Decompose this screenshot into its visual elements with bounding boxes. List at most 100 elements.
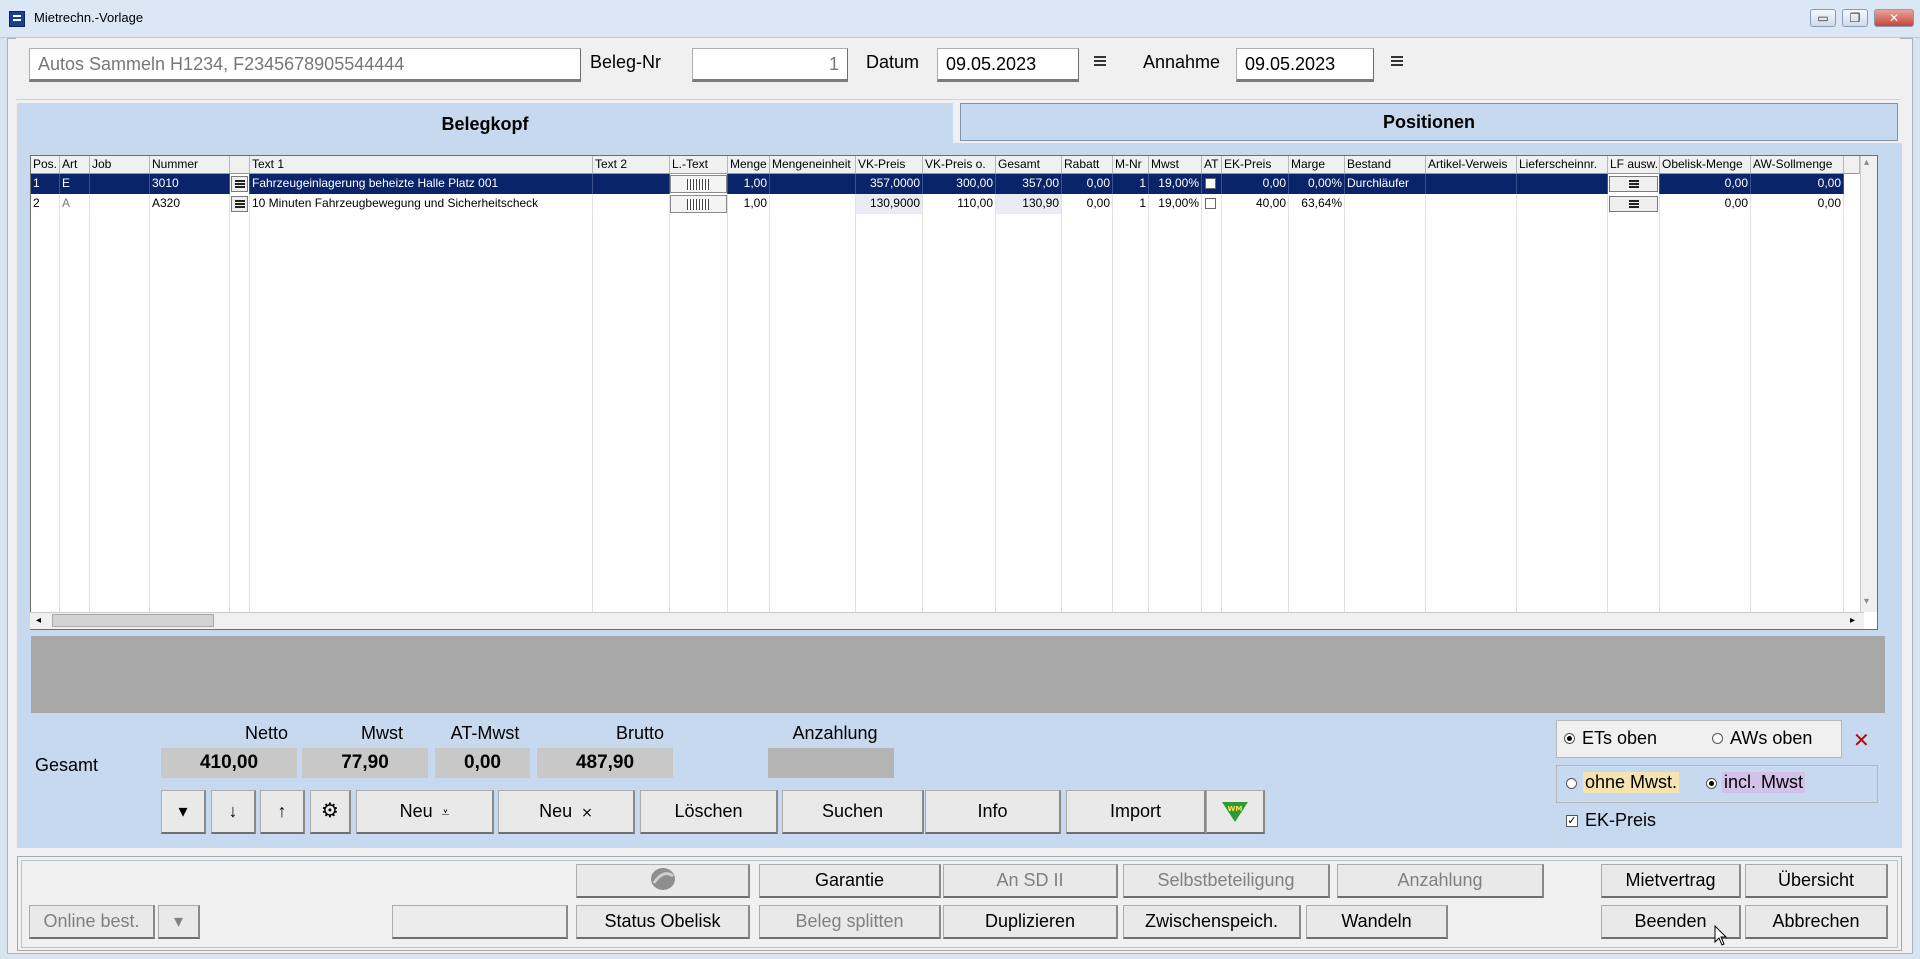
cell-obelisk[interactable]: 0,00 [1660,194,1751,214]
close-window-button[interactable]: ✕ [1874,9,1914,27]
beleg-splitten-button[interactable]: Beleg splitten [759,905,941,939]
lf-auswahl-icon[interactable] [1608,194,1660,214]
horizontal-scrollbar[interactable] [30,612,1864,629]
datum-calendar-icon[interactable] [1094,56,1108,68]
cell-menge[interactable]: 1,00 [728,194,770,214]
minimize-button[interactable]: ▭ [1810,9,1836,27]
wm-button[interactable]: WM [1206,790,1265,834]
cell-ek[interactable]: 0,00 [1222,174,1289,194]
online-best-button[interactable]: Online best. [29,905,155,939]
cell-bestand[interactable] [1345,194,1426,214]
col-header-vk[interactable]: VK-Preis [856,156,923,174]
col-header-einheit[interactable]: Mengeneinheit [770,156,856,174]
cell-text2[interactable] [593,194,670,214]
wandeln-button[interactable]: Wandeln [1306,905,1448,939]
cell-rabatt[interactable]: 0,00 [1062,194,1113,214]
cell-text2[interactable] [593,174,670,194]
cell-ek[interactable]: 40,00 [1222,194,1289,214]
col-header-mnr[interactable]: M-Nr [1113,156,1149,174]
cell-job[interactable] [90,174,150,194]
an-sd-button[interactable]: An SD II [943,864,1118,898]
col-header-menge[interactable]: Menge [728,156,770,174]
beleg-nr-field[interactable]: 1 [692,48,848,82]
cell-art[interactable]: A [60,194,90,214]
cell-art[interactable]: E [60,174,90,194]
col-header-gesamt[interactable]: Gesamt [996,156,1062,174]
cell-text1[interactable]: 10 Minuten Fahrzeugbewegung und Sicherhe… [250,194,593,214]
cell-nummer[interactable]: A320 [150,194,230,214]
loeschen-button[interactable]: Löschen [640,790,778,834]
cell-vk[interactable]: 357,0000 [856,174,923,194]
lookup-icon[interactable] [230,174,250,194]
move-down-button[interactable]: ↓ [211,790,256,834]
cell-job[interactable] [90,194,150,214]
suchen-button[interactable]: Suchen [782,790,924,834]
garantie-button[interactable]: Garantie [759,864,941,898]
cell-nummer[interactable]: 3010 [150,174,230,194]
col-header-at[interactable]: AT [1202,156,1222,174]
col-header-nummer[interactable]: Nummer [150,156,230,174]
col-header-text2[interactable]: Text 2 [593,156,670,174]
ek-preis-label[interactable]: EK-Preis [1585,810,1656,831]
status-obelisk-button[interactable]: Status Obelisk [576,905,750,939]
scroll-left-icon[interactable]: ◂ [36,615,41,626]
mietvertrag-button[interactable]: Mietvertrag [1601,864,1741,898]
customer-field[interactable]: Autos Sammeln H1234, F2345678905544444 [29,48,581,82]
neu-insert-button[interactable]: Neu ⨯ [498,790,635,834]
duplizieren-button[interactable]: Duplizieren [943,905,1118,939]
at-checkbox[interactable] [1202,174,1222,194]
col-header-bestand[interactable]: Bestand [1345,156,1426,174]
ohne-mwst-label[interactable]: ohne Mwst. [1583,772,1680,793]
ets-oben-label[interactable]: ETs oben [1582,728,1657,749]
col-header-verweis[interactable]: Artikel-Verweis [1426,156,1517,174]
scroll-down-icon[interactable]: ▾ [1864,596,1869,607]
ek-preis-checkbox[interactable]: ✓ [1566,815,1578,827]
col-header-extra[interactable] [1844,156,1860,174]
col-header-marge[interactable]: Marge [1289,156,1345,174]
abbrechen-button[interactable]: Abbrechen [1745,905,1888,939]
tab-belegkopf[interactable]: Belegkopf [17,103,953,143]
cell-vko[interactable]: 110,00 [923,194,996,214]
cell-gesamt[interactable]: 130,90 [996,194,1062,214]
cell-lieferschein[interactable] [1517,194,1608,214]
scroll-up-icon[interactable]: ▴ [1864,157,1869,168]
col-header-pos[interactable]: Pos. [31,156,60,174]
col-header-lfausw[interactable]: LF ausw. [1608,156,1660,174]
cell-mnr[interactable]: 1 [1113,174,1149,194]
annahme-calendar-icon[interactable] [1391,56,1405,68]
empty-button[interactable] [392,905,568,939]
cell-menge[interactable]: 1,00 [728,174,770,194]
cell-mwst[interactable]: 19,00% [1149,194,1202,214]
cell-lieferschein[interactable] [1517,174,1608,194]
cell-einheit[interactable] [770,194,856,214]
col-header-ltext[interactable]: L.-Text [670,156,728,174]
cell-verweis[interactable] [1426,194,1517,214]
move-up-button[interactable]: ↑ [260,790,305,834]
col-header-vko[interactable]: VK-Preis o. [923,156,996,174]
cell-aw[interactable]: 0,00 [1751,194,1844,214]
cell-text1[interactable]: Fahrzeugeinlagerung beheizte Halle Platz… [250,174,593,194]
agent-button[interactable] [576,864,750,898]
neu-button[interactable]: Neu ⩡ [356,790,494,834]
datum-field[interactable]: 09.05.2023 [937,48,1079,82]
lookup-icon[interactable] [230,194,250,214]
online-best-dropdown[interactable]: ▾ [158,905,200,939]
cell-verweis[interactable] [1426,174,1517,194]
vertical-scrollbar[interactable] [1860,156,1877,612]
incl-mwst-radio[interactable] [1706,778,1717,789]
col-header-rabatt[interactable]: Rabatt [1062,156,1113,174]
anzahlung-button[interactable]: Anzahlung [1337,864,1544,898]
cell-marge[interactable]: 0,00% [1289,174,1345,194]
cell-aw[interactable]: 0,00 [1751,174,1844,194]
horizontal-scroll-thumb[interactable] [52,614,214,627]
col-header-art[interactable]: Art [60,156,90,174]
cell-vk[interactable]: 130,9000 [856,194,923,214]
lf-auswahl-icon[interactable] [1608,174,1660,194]
cell-pos[interactable]: 2 [31,194,60,214]
at-checkbox[interactable] [1202,194,1222,214]
scroll-right-icon[interactable]: ▸ [1850,615,1855,626]
cell-pos[interactable]: 1 [31,174,60,194]
cell-vko[interactable]: 300,00 [923,174,996,194]
cell-bestand[interactable]: Durchläufer [1345,174,1426,194]
cell-einheit[interactable] [770,174,856,194]
